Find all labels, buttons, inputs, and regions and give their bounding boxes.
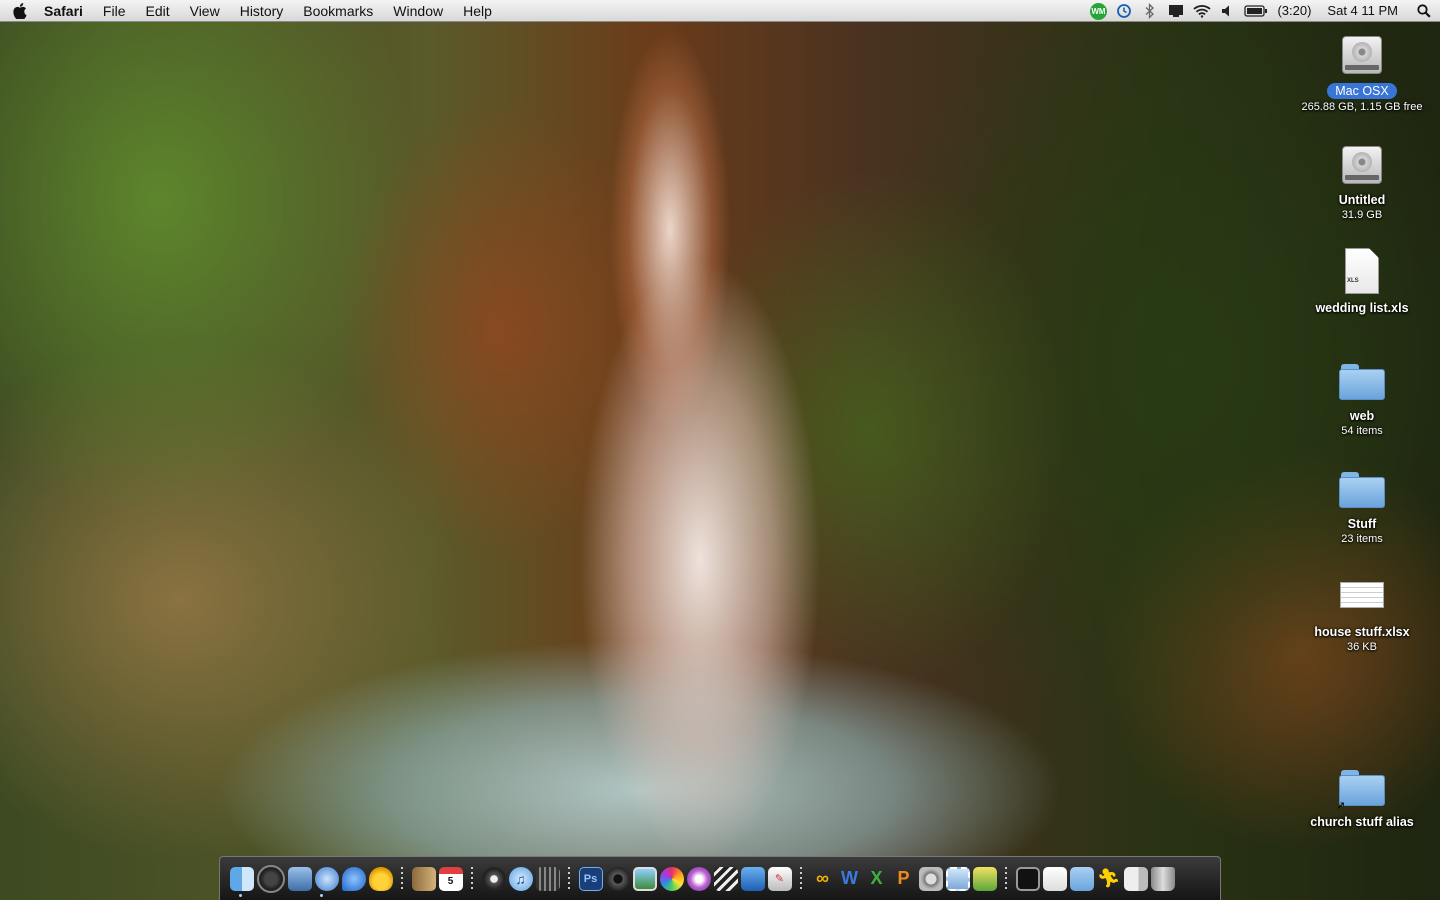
front-row-icon[interactable]	[481, 866, 506, 891]
imovie-icon[interactable]	[535, 866, 560, 891]
finder-icon[interactable]	[229, 866, 254, 891]
desktop-item-mac-osx[interactable]: Mac OSX 265.88 GB, 1.15 GB free	[1292, 28, 1432, 114]
activity-monitor-icon[interactable]	[1015, 866, 1040, 891]
menu-file[interactable]: File	[93, 0, 136, 22]
ipod-icon[interactable]	[686, 866, 711, 891]
hard-drive-icon	[1336, 28, 1388, 80]
ical-icon[interactable]: 5	[438, 866, 463, 891]
dock-separator	[800, 866, 802, 891]
menu-help[interactable]: Help	[453, 0, 502, 22]
wifi-icon[interactable]	[1189, 0, 1215, 22]
wm-status-icon[interactable]: WM	[1085, 0, 1111, 22]
colorsync-icon[interactable]	[659, 866, 684, 891]
running-indicator	[320, 894, 323, 897]
desktop-item-info: 31.9 GB	[1341, 209, 1383, 221]
folder-app-icon[interactable]	[972, 866, 997, 891]
ichat-icon[interactable]	[341, 866, 366, 891]
menubar-clock[interactable]: Sat 4 11 PM	[1317, 0, 1408, 22]
desktop-item-label: Untitled	[1338, 193, 1386, 207]
script-icon[interactable]: ✎	[767, 866, 792, 891]
folder-icon	[1336, 462, 1388, 514]
dock-separator	[471, 866, 473, 891]
menu-bookmarks[interactable]: Bookmarks	[293, 0, 383, 22]
screen-capture-icon[interactable]	[945, 866, 970, 891]
desktop-item-web[interactable]: web 54 items	[1292, 354, 1432, 438]
menu-history[interactable]: History	[230, 0, 294, 22]
desktop-item-info: 36 KB	[1347, 641, 1377, 653]
adium-icon[interactable]	[368, 866, 393, 891]
safari-icon[interactable]	[314, 866, 339, 891]
folder-alias-icon: ↗	[1336, 760, 1388, 812]
desktop-item-label: house stuff.xlsx	[1314, 625, 1410, 639]
apple-menu-icon[interactable]	[0, 2, 40, 19]
menu-view[interactable]: View	[180, 0, 230, 22]
desktop-item-wedding-list[interactable]: XLS wedding list.xls	[1292, 246, 1432, 316]
alias-arrow-icon: ↗	[1336, 800, 1346, 812]
desktop-item-info: 23 items	[1341, 533, 1383, 545]
dashboard-icon[interactable]	[256, 864, 285, 893]
dock-separator	[401, 866, 403, 891]
display-mirroring-icon[interactable]	[1163, 0, 1189, 22]
dock-separator	[568, 866, 570, 891]
dock-separator	[1005, 866, 1007, 891]
xls-document-icon: XLS	[1336, 246, 1388, 298]
status-menus: WM (3:20) Sat 4 11 PM	[1085, 0, 1440, 22]
itunes-icon[interactable]: ♫	[508, 866, 533, 891]
desktop-item-church-stuff-alias[interactable]: ↗ church stuff alias	[1292, 760, 1432, 830]
preview-icon[interactable]	[287, 866, 312, 891]
photoshop-icon[interactable]: Ps	[578, 866, 603, 891]
desktop-item-untitled[interactable]: Untitled 31.9 GB	[1292, 138, 1432, 222]
address-book-icon[interactable]	[411, 866, 436, 891]
hard-drive-icon	[1336, 138, 1388, 190]
powerpoint-icon[interactable]: P	[892, 867, 916, 891]
system-prefs-icon[interactable]	[918, 866, 943, 891]
desktop-item-label: Mac OSX	[1327, 83, 1397, 99]
menu-window[interactable]: Window	[383, 0, 453, 22]
word-icon[interactable]: W	[838, 867, 862, 891]
battery-icon[interactable]	[1241, 0, 1271, 22]
folder-icon	[1336, 354, 1388, 406]
battery-time[interactable]: (3:20)	[1271, 0, 1317, 22]
iphoto-icon[interactable]	[632, 866, 657, 891]
desktop-wallpaper	[0, 0, 1440, 900]
desktop-item-label: church stuff alias	[1310, 815, 1414, 829]
applications-stack-icon[interactable]	[1069, 866, 1094, 891]
desktop-item-stuff[interactable]: Stuff 23 items	[1292, 462, 1432, 546]
dvd-player-icon[interactable]	[605, 866, 630, 891]
limewire-icon[interactable]: 🏃︎	[1097, 867, 1121, 891]
bluetooth-icon[interactable]	[1137, 0, 1163, 22]
desktop-item-label: web	[1349, 409, 1375, 423]
desktop-item-label: Stuff	[1347, 517, 1377, 531]
dock: 5 ♫ Ps ✎ ∞ W X P 🏃︎	[219, 856, 1221, 900]
spotlight-search-icon[interactable]	[1408, 0, 1440, 22]
desktop-item-info: 54 items	[1341, 425, 1383, 437]
app-store-icon[interactable]	[740, 866, 765, 891]
final-cut-icon[interactable]	[713, 866, 738, 891]
running-indicator	[239, 894, 242, 897]
time-machine-icon[interactable]	[1111, 0, 1137, 22]
desktop-item-label: wedding list.xls	[1315, 301, 1409, 315]
desktop-item-house-stuff[interactable]: house stuff.xlsx 36 KB	[1292, 570, 1432, 654]
trash-icon[interactable]	[1150, 866, 1175, 891]
menu-bar: Safari File Edit View History Bookmarks …	[0, 0, 1440, 22]
menu-edit[interactable]: Edit	[135, 0, 179, 22]
volume-icon[interactable]	[1215, 0, 1241, 22]
desktop-item-info: 265.88 GB, 1.15 GB free	[1301, 101, 1423, 113]
downloads-stack-icon[interactable]	[1123, 866, 1148, 891]
office-icon[interactable]: ∞	[811, 867, 835, 891]
documents-stack-icon[interactable]	[1042, 866, 1067, 891]
excel-icon[interactable]: X	[865, 867, 889, 891]
app-menu-safari[interactable]: Safari	[40, 0, 93, 22]
spreadsheet-thumbnail-icon	[1336, 570, 1388, 622]
